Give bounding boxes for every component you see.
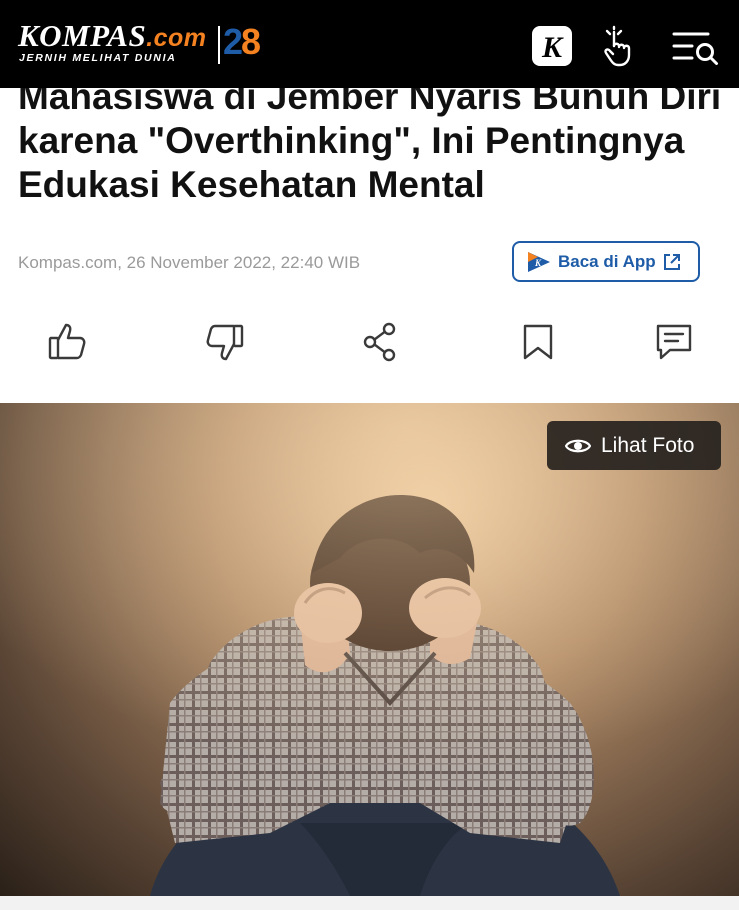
view-photo-label: Lihat Foto	[601, 433, 695, 457]
kompas-app-icon: K	[528, 251, 550, 272]
logo-dotcom: .com	[146, 24, 207, 52]
read-in-app-button[interactable]: K Baca di App	[512, 241, 700, 282]
bottom-strip	[0, 896, 739, 910]
distressed-person-illustration	[0, 403, 739, 896]
k-icon: K	[532, 26, 572, 66]
like-button[interactable]	[46, 320, 90, 364]
hand-pointer-icon	[604, 25, 631, 67]
top-bar: KOMPAS.com JERNIH MELIHAT DUNIA 28 K	[0, 0, 739, 88]
read-in-app-label: Baca di App	[558, 251, 656, 271]
article-headline: Mahasiswa di Jember Nyaris Bunuh Diri ka…	[18, 76, 722, 205]
view-photo-button[interactable]: Lihat Foto	[547, 421, 721, 470]
menu-search-icon	[672, 32, 718, 65]
anniversary-digit-2: 8	[241, 21, 261, 62]
thumbs-down-icon	[206, 324, 244, 361]
thumbs-up-icon	[48, 323, 86, 360]
logo-wordmark: KOMPAS.com	[18, 20, 207, 54]
comment-icon	[656, 324, 692, 360]
bookmark-button[interactable]	[516, 320, 560, 364]
logo-divider	[218, 26, 220, 64]
logo-main: KOMPAS	[18, 18, 147, 53]
eye-icon	[565, 439, 591, 452]
menu-search-button[interactable]	[671, 24, 721, 68]
article-actions	[0, 320, 739, 366]
logo-tagline: JERNIH MELIHAT DUNIA	[19, 52, 177, 64]
share-button[interactable]	[358, 320, 402, 364]
svg-text:K: K	[534, 258, 542, 268]
external-link-icon	[663, 253, 680, 270]
anniversary-mark: 28	[223, 21, 261, 62]
bookmark-icon	[523, 324, 553, 360]
article-photo[interactable]	[0, 403, 739, 896]
anniversary-digit-1: 2	[223, 21, 243, 62]
gesture-button[interactable]	[600, 24, 644, 68]
article-meta: Kompas.com, 26 November 2022, 22:40 WIB	[18, 253, 361, 272]
k-icon-letter: K	[541, 31, 564, 64]
kompas-k-button[interactable]: K	[530, 24, 574, 68]
dislike-button[interactable]	[202, 320, 246, 364]
comment-button[interactable]	[652, 320, 696, 364]
share-icon	[363, 322, 396, 362]
